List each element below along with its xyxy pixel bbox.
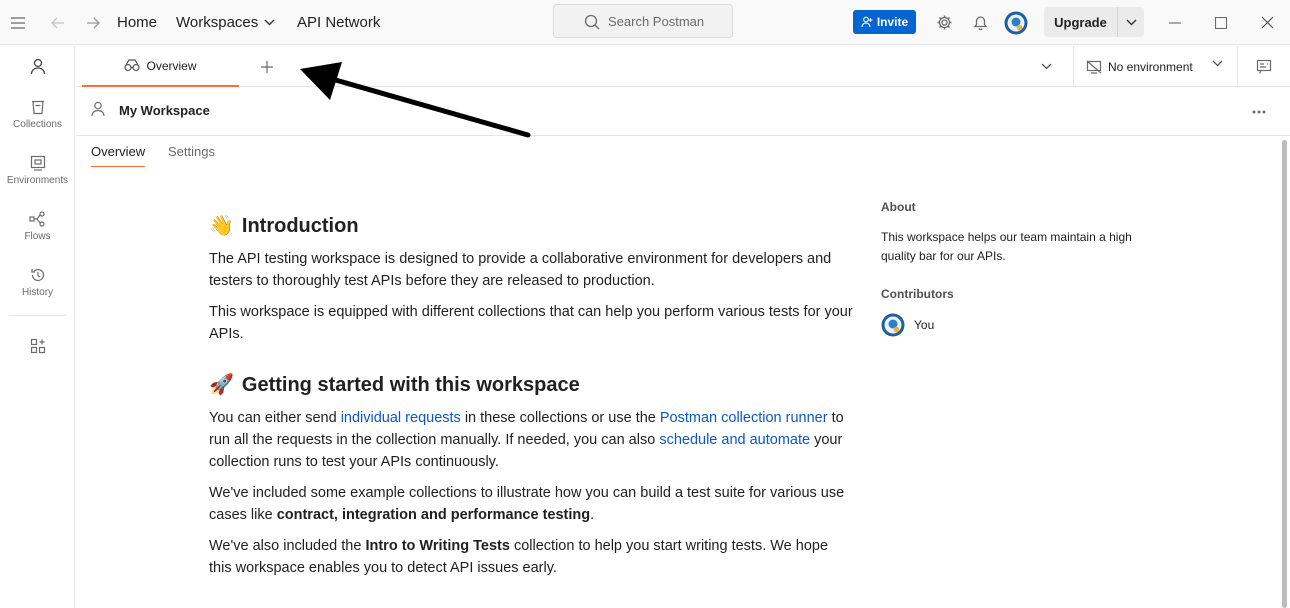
trash-bin-icon xyxy=(31,100,44,115)
schedule-automate-link[interactable]: schedule and automate xyxy=(659,432,810,448)
bold-text: Intro to Writing Tests xyxy=(365,538,510,554)
getting-started-paragraph-2: We've included some example collections … xyxy=(209,482,854,526)
avatar-icon xyxy=(1004,11,1028,34)
upgrade-button[interactable]: Upgrade xyxy=(1044,7,1144,37)
avatar-icon xyxy=(881,313,905,337)
search-placeholder: Search Postman xyxy=(608,13,705,29)
sidebar-item-label: Environments xyxy=(6,175,69,186)
sidebar-divider xyxy=(9,315,66,316)
tab-label: Overview xyxy=(146,58,197,73)
workspace-title: My Workspace xyxy=(119,103,210,118)
workspace-aside: About This workspace helps our team main… xyxy=(881,200,1141,337)
getting-started-paragraph-1: You can either send individual requests … xyxy=(209,407,854,473)
environment-icon xyxy=(30,155,45,171)
chevron-down-icon xyxy=(1041,63,1052,70)
tab-overview[interactable]: Overview xyxy=(91,144,146,167)
search-input[interactable]: Search Postman xyxy=(553,4,733,38)
api-network-link[interactable]: API Network xyxy=(297,0,380,45)
arrow-left-icon[interactable] xyxy=(48,0,68,45)
no-environment-icon xyxy=(1086,60,1102,74)
bell-icon[interactable] xyxy=(971,0,989,45)
home-link[interactable]: Home xyxy=(117,0,157,45)
environment-quick-look-icon[interactable] xyxy=(1256,46,1272,87)
plus-icon xyxy=(261,60,273,73)
flows-icon xyxy=(29,211,45,227)
minimize-icon[interactable] xyxy=(1165,0,1185,45)
history-icon xyxy=(30,268,44,282)
text-segment: You can either send xyxy=(209,410,341,426)
add-apps-icon xyxy=(30,338,45,354)
chevron-down-icon xyxy=(1212,60,1223,67)
individual-requests-link[interactable]: individual requests xyxy=(341,410,461,426)
user-icon xyxy=(91,101,105,120)
sidebar-item-label: Collections xyxy=(13,119,62,130)
gear-icon[interactable] xyxy=(934,0,954,45)
workspace-header: My Workspace xyxy=(76,87,1290,136)
text-segment: in these collections or use the xyxy=(460,410,660,426)
environment-label: No environment xyxy=(1108,59,1193,74)
sidebar-item-environments[interactable]: Environments xyxy=(0,155,75,186)
sidebar-item-label: Flows xyxy=(24,231,51,242)
workspaces-label: Workspaces xyxy=(176,14,259,31)
invite-label: Invite xyxy=(876,15,909,29)
sidebar-item-user[interactable] xyxy=(0,58,75,79)
sidebar-item-collections[interactable]: Collections xyxy=(0,99,75,130)
sidebar-item-history[interactable]: History xyxy=(0,267,75,298)
hamburger-icon[interactable] xyxy=(8,0,28,45)
intro-paragraph-1: The API testing workspace is designed to… xyxy=(209,251,832,289)
tabs-dropdown[interactable] xyxy=(1041,46,1052,87)
more-options-icon[interactable] xyxy=(1252,101,1266,117)
contributor-name: You xyxy=(914,318,935,332)
getting-started-title: Getting started with this workspace xyxy=(241,374,580,396)
contributor-item[interactable]: You xyxy=(881,313,1141,337)
search-icon xyxy=(584,14,600,30)
sidebar-item-flows[interactable]: Flows xyxy=(0,211,75,242)
workspace-subtabs: Overview Settings xyxy=(76,136,1280,168)
about-text[interactable]: This workspace helps our team maintain a… xyxy=(881,228,1141,266)
chevron-down-icon[interactable] xyxy=(1118,19,1144,26)
collection-runner-link[interactable]: Postman collection runner xyxy=(660,410,828,426)
close-icon[interactable] xyxy=(1257,0,1277,45)
intro-paragraph-2: This workspace is equipped with differen… xyxy=(209,304,853,342)
environment-selector[interactable]: No environment xyxy=(1073,46,1238,87)
sidebar-item-add-apps[interactable] xyxy=(0,338,75,358)
maximize-icon[interactable] xyxy=(1211,0,1231,45)
upgrade-label: Upgrade xyxy=(1054,14,1107,30)
workspaces-menu[interactable]: Workspaces xyxy=(176,0,275,45)
intro-heading: 👋 Introduction xyxy=(209,213,854,239)
getting-started-paragraph-3: We've also included the Intro to Writing… xyxy=(209,535,854,579)
intro-title: Introduction xyxy=(241,215,359,237)
tab-overview[interactable]: Overview xyxy=(82,46,239,87)
tab-strip: Overview No environment xyxy=(76,46,1290,87)
workspace-description: 👋 Introduction The API testing workspace… xyxy=(209,200,854,579)
text-segment: . xyxy=(590,507,595,523)
invite-button[interactable]: Invite xyxy=(853,10,916,34)
rocket-emoji: 🚀 xyxy=(209,374,234,396)
add-user-icon xyxy=(861,16,873,28)
about-heading: About xyxy=(881,200,916,214)
scrollbar-thumb[interactable] xyxy=(1282,140,1287,608)
annotation-arrow-icon xyxy=(300,62,531,138)
sidebar: Collections Environments Flows History xyxy=(0,46,75,608)
top-bar: Home Workspaces API Network Search Postm… xyxy=(0,0,1290,45)
chevron-down-icon xyxy=(264,19,275,26)
avatar[interactable] xyxy=(1003,0,1029,45)
waving-hand-emoji: 👋 xyxy=(209,215,234,237)
text-segment: We've also included the xyxy=(209,538,366,554)
workspace-overview-icon xyxy=(124,59,141,72)
contributors-heading: Contributors xyxy=(881,287,954,301)
getting-started-heading: 🚀 Getting started with this workspace xyxy=(209,372,854,398)
arrow-right-icon[interactable] xyxy=(83,0,103,45)
new-tab-button[interactable] xyxy=(256,46,278,87)
sidebar-item-label: History xyxy=(21,287,54,298)
scrollbar[interactable] xyxy=(1280,137,1290,608)
user-icon xyxy=(30,58,45,75)
tab-settings[interactable]: Settings xyxy=(168,144,215,159)
bold-text: contract, integration and performance te… xyxy=(276,507,591,523)
